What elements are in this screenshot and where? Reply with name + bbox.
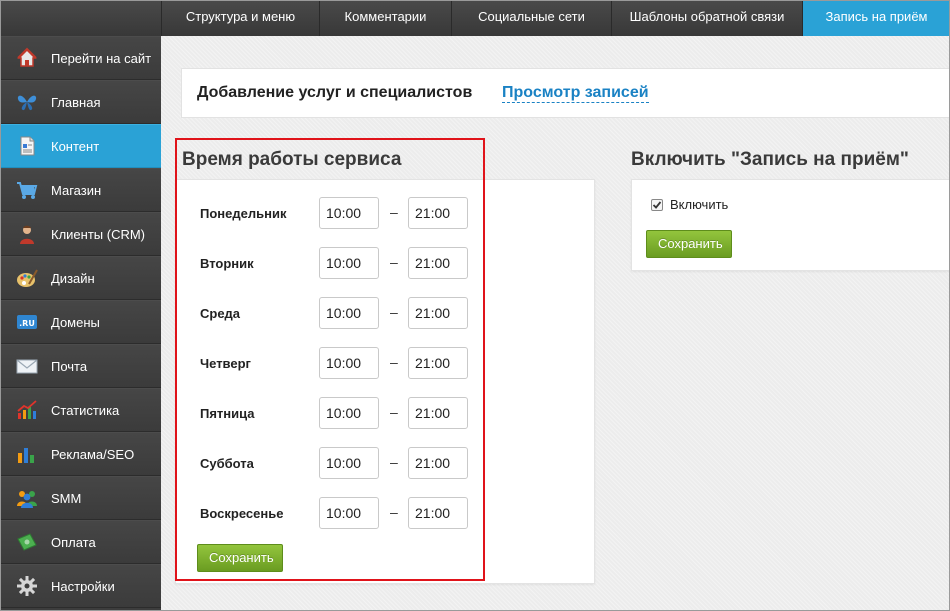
day-label: Среда <box>200 306 241 321</box>
day-label: Четверг <box>200 356 251 371</box>
sidebar-item-domains[interactable]: .RU Домены <box>0 300 161 344</box>
save-schedule-button[interactable]: Сохранить <box>197 544 283 572</box>
time-separator: – <box>390 254 398 270</box>
sidebar-item-label: Перейти на сайт <box>51 50 152 66</box>
schedule-row: Пятница – <box>187 397 487 429</box>
day-label: Понедельник <box>200 206 287 221</box>
domain-ru-icon: .RU <box>16 311 38 333</box>
time-from-input[interactable] <box>319 397 379 429</box>
palette-icon <box>16 267 38 289</box>
cart-icon <box>16 179 38 201</box>
tab-social-networks[interactable]: Социальные сети <box>451 0 611 36</box>
time-to-input[interactable] <box>408 347 468 379</box>
time-to-input[interactable] <box>408 447 468 479</box>
time-from-input[interactable] <box>319 447 379 479</box>
sidebar-item-label: Магазин <box>51 182 102 198</box>
sidebar-item-content[interactable]: Контент <box>0 124 161 168</box>
sidebar-item-label: Домены <box>51 314 100 330</box>
time-to-input[interactable] <box>408 497 468 529</box>
sidebar-item-ads-seo[interactable]: Реклама/SEO <box>0 432 161 476</box>
sidebar-item-go-to-site[interactable]: Перейти на сайт <box>0 36 161 80</box>
sidebar-item-label: Настройки <box>51 578 115 594</box>
sidebar-item-payment[interactable]: Оплата <box>0 520 161 564</box>
tab-comments[interactable]: Комментарии <box>319 0 451 36</box>
sidebar-item-clients-crm[interactable]: Клиенты (CRM) <box>0 212 161 256</box>
gear-icon <box>16 575 38 597</box>
domain-badge-text: .RU <box>19 319 35 328</box>
sidebar-item-shop[interactable]: Магазин <box>0 168 161 212</box>
schedule-row: Воскресенье – <box>187 497 487 529</box>
time-separator: – <box>390 204 398 220</box>
services-header-card: Добавление услуг и специалистов Просмотр… <box>181 68 950 118</box>
sidebar-item-label: Контент <box>51 138 100 154</box>
day-label: Вторник <box>200 256 254 271</box>
chart-up-icon <box>16 399 38 421</box>
schedule-row: Суббота – <box>187 447 487 479</box>
sidebar-item-label: Почта <box>51 358 88 374</box>
view-records-link[interactable]: Просмотр записей <box>502 84 649 103</box>
sidebar-item-label: Клиенты (CRM) <box>51 226 146 242</box>
time-to-input[interactable] <box>408 397 468 429</box>
sidebar-item-label: Главная <box>51 94 101 110</box>
enable-booking-title: Включить "Запись на приём" <box>631 149 909 170</box>
sidebar: Перейти на сайт Главная Контент Магазин … <box>0 36 161 611</box>
tab-structure-menu[interactable]: Структура и меню <box>161 0 319 36</box>
day-label: Воскресенье <box>200 506 284 521</box>
sidebar-item-label: Дизайн <box>51 270 95 286</box>
sidebar-item-mail[interactable]: Почта <box>0 344 161 388</box>
schedule-row: Вторник – <box>187 247 487 279</box>
top-navigation-bar: Структура и меню Комментарии Социальные … <box>0 0 950 36</box>
time-to-input[interactable] <box>408 297 468 329</box>
sidebar-item-label: Оплата <box>51 534 96 550</box>
tab-appointments[interactable]: Запись на приём <box>802 0 950 36</box>
mail-icon <box>16 355 38 377</box>
time-separator: – <box>390 304 398 320</box>
butterfly-icon <box>16 91 38 113</box>
sidebar-item-label: Реклама/SEO <box>51 446 135 462</box>
time-from-input[interactable] <box>319 497 379 529</box>
save-enable-button[interactable]: Сохранить <box>646 230 732 258</box>
money-icon <box>16 531 38 553</box>
document-icon <box>16 135 38 157</box>
main-content: Добавление услуг и специалистов Просмотр… <box>161 36 950 611</box>
bar-chart-icon <box>16 443 38 465</box>
day-label: Суббота <box>200 456 254 471</box>
time-separator: – <box>390 354 398 370</box>
schedule-row: Понедельник – <box>187 197 487 229</box>
enable-checkbox-label[interactable]: Включить <box>670 197 728 212</box>
time-from-input[interactable] <box>319 347 379 379</box>
time-to-input[interactable] <box>408 197 468 229</box>
sidebar-item-smm[interactable]: SMM <box>0 476 161 520</box>
time-separator: – <box>390 404 398 420</box>
schedule-title: Время работы сервиса <box>182 149 402 170</box>
time-from-input[interactable] <box>319 197 379 229</box>
sidebar-item-statistics[interactable]: Статистика <box>0 388 161 432</box>
tab-feedback-templates[interactable]: Шаблоны обратной связи <box>611 0 802 36</box>
schedule-row: Среда – <box>187 297 487 329</box>
time-from-input[interactable] <box>319 247 379 279</box>
time-from-input[interactable] <box>319 297 379 329</box>
people-icon <box>16 487 38 509</box>
user-icon <box>16 223 38 245</box>
sidebar-item-settings[interactable]: Настройки <box>0 564 161 608</box>
page-title: Добавление услуг и специалистов <box>197 84 473 101</box>
checkmark-icon <box>652 201 662 209</box>
time-separator: – <box>390 454 398 470</box>
home-icon <box>16 47 38 69</box>
sidebar-item-label: SMM <box>51 490 82 506</box>
day-label: Пятница <box>200 406 255 421</box>
time-separator: – <box>390 504 398 520</box>
time-to-input[interactable] <box>408 247 468 279</box>
schedule-row: Четверг – <box>187 347 487 379</box>
topbar-spacer <box>0 0 161 36</box>
sidebar-item-label: Статистика <box>51 402 120 418</box>
enable-checkbox[interactable] <box>651 199 663 211</box>
sidebar-item-design[interactable]: Дизайн <box>0 256 161 300</box>
sidebar-item-home[interactable]: Главная <box>0 80 161 124</box>
